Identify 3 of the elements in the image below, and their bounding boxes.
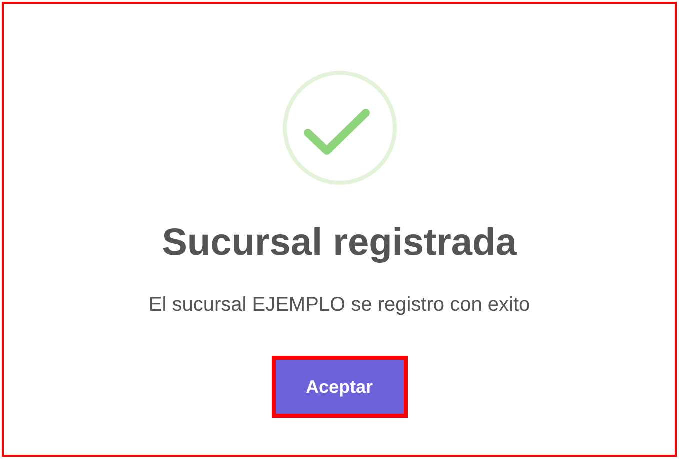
dialog-title: Sucursal registrada — [162, 224, 517, 262]
accept-button[interactable]: Aceptar — [272, 356, 408, 418]
dialog-message: El sucursal EJEMPLO se registro con exito — [148, 293, 530, 318]
